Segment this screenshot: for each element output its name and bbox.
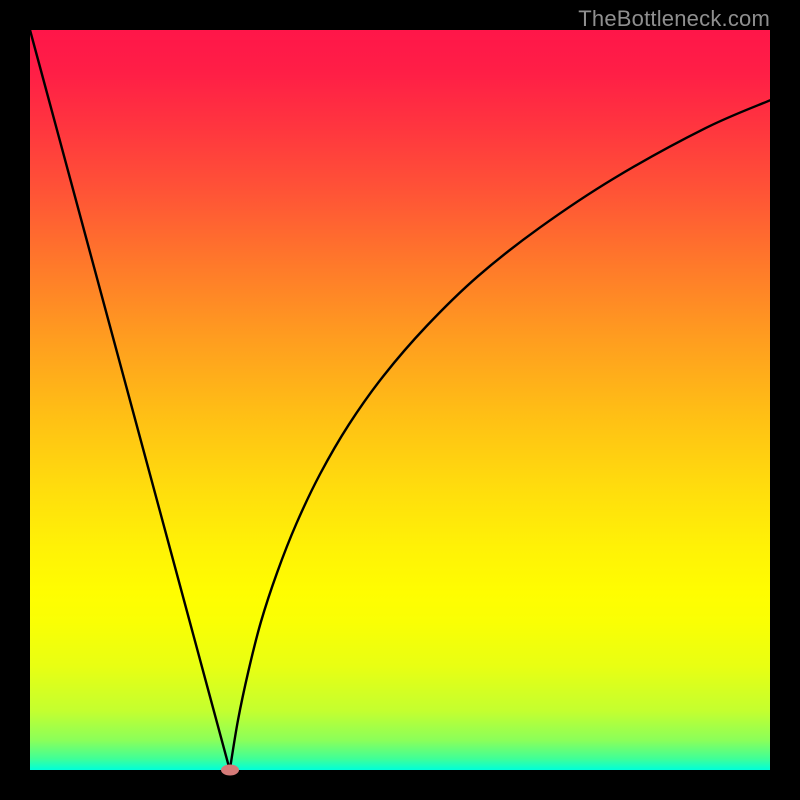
bottleneck-curve (30, 30, 770, 770)
optimum-marker (221, 765, 239, 776)
chart-frame: TheBottleneck.com (0, 0, 800, 800)
curve-layer (30, 30, 770, 770)
watermark: TheBottleneck.com (578, 6, 770, 32)
